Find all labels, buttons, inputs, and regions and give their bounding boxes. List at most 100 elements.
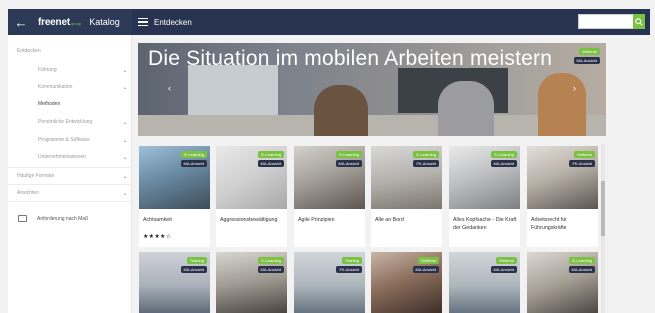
chevron-left-icon[interactable]: ‹ bbox=[168, 83, 171, 93]
sidebar-item-label: Häufige Formate bbox=[17, 173, 55, 179]
view-badge: MA-Ansicht bbox=[568, 266, 595, 273]
format-badge: Training bbox=[341, 257, 362, 264]
format-badge: E-Learning bbox=[181, 151, 207, 158]
course-card[interactable]: Training FK-Ansicht bbox=[294, 252, 365, 313]
sidebar-divider bbox=[8, 167, 132, 168]
card-badges: Webinar MA-Ansicht bbox=[490, 257, 517, 273]
course-title: Alles Kopfsache - Die Kraft der Gedanken bbox=[453, 217, 517, 231]
card-badges: E-Learning FK-Ansicht bbox=[413, 151, 439, 167]
view-badge: FK-Ansicht bbox=[336, 266, 362, 273]
format-badge: E-Learning bbox=[258, 257, 284, 264]
app-window: ← freenet group Katalog Entdecken Entdec… bbox=[0, 0, 655, 313]
sidebar-item-label: Unternehmenswissen bbox=[38, 154, 87, 160]
hero-photo-person bbox=[314, 85, 368, 136]
catalog-title: Katalog bbox=[89, 17, 120, 27]
sidebar-item-persoenliche-entwicklung[interactable]: Persönliche Entwicklung ⌄ bbox=[8, 115, 132, 129]
view-badge: FK-Ansicht bbox=[569, 160, 595, 167]
sidebar-item-label: Führung bbox=[38, 67, 57, 73]
format-badge: E-Learning bbox=[491, 151, 517, 158]
scrollbar-thumb[interactable] bbox=[601, 181, 605, 236]
rating-stars: ★★★★☆ bbox=[143, 234, 172, 240]
scrollbar[interactable] bbox=[601, 144, 605, 313]
course-title: Aggressionsbewältigung bbox=[220, 217, 278, 223]
course-title: Alle an Bord bbox=[375, 217, 404, 223]
hero-photo-desk bbox=[138, 115, 606, 136]
view-badge: MA-Ansicht bbox=[180, 266, 207, 273]
course-card[interactable]: E-Learning MA-Ansicht bbox=[527, 252, 598, 313]
view-badge: MA-Ansicht bbox=[573, 57, 600, 64]
course-card[interactable]: Webinar MA-Ansicht bbox=[449, 252, 520, 313]
hero-photo-person bbox=[538, 73, 586, 136]
chevron-right-icon[interactable]: › bbox=[573, 83, 576, 93]
chevron-down-icon[interactable]: ⌄ bbox=[118, 137, 132, 144]
view-badge: FK-Ansicht bbox=[413, 160, 439, 167]
chevron-down-icon[interactable]: ⌄ bbox=[118, 119, 132, 126]
card-badges: E-Learning MA-Ansicht bbox=[257, 257, 284, 273]
sidebar-divider bbox=[8, 184, 132, 185]
card-badges: Webinar FK-Ansicht bbox=[569, 151, 595, 167]
sidebar-item-programme-software[interactable]: Programme & Software ⌄ bbox=[8, 133, 132, 147]
chevron-down-icon[interactable]: ⌄ bbox=[118, 173, 132, 180]
sidebar-item-unternehmenswissen[interactable]: Unternehmenswissen ⌄ bbox=[8, 150, 132, 164]
course-card[interactable]: E-Learning MA-Ansicht Aggressionsbewälti… bbox=[216, 146, 287, 247]
brand-logo: freenet bbox=[38, 16, 70, 28]
course-card[interactable]: Training MA-Ansicht bbox=[139, 252, 210, 313]
chevron-down-icon[interactable]: ⌄ bbox=[118, 154, 132, 161]
course-card[interactable]: E-Learning MA-Ansicht Alles Kopfsache - … bbox=[449, 146, 520, 247]
sidebar-item-fuehrung[interactable]: Führung ⌄ bbox=[8, 63, 132, 77]
request-link[interactable]: Anforderung nach Maß bbox=[18, 215, 88, 222]
sidebar-item-label: Programme & Software bbox=[38, 137, 90, 143]
format-badge: Training bbox=[186, 257, 207, 264]
page-title: Entdecken bbox=[154, 17, 192, 27]
course-title: Arbeitsrecht für Führungskräfte bbox=[531, 217, 567, 231]
card-badges: Training FK-Ansicht bbox=[336, 257, 362, 273]
view-badge: MA-Ansicht bbox=[490, 160, 517, 167]
course-card[interactable]: E-Learning FK-Ansicht Alle an Bord bbox=[371, 146, 442, 247]
view-badge: MA-Ansicht bbox=[335, 160, 362, 167]
card-badges: E-Learning MA-Ansicht bbox=[257, 151, 284, 167]
card-badges: E-Learning MA-Ansicht bbox=[568, 257, 595, 273]
sidebar-item-ansichten[interactable]: Ansichten ⌄ bbox=[8, 186, 132, 200]
sidebar-item-kommunikation[interactable]: Kommunikation ⌄ bbox=[8, 80, 132, 94]
course-card[interactable]: Webinar MA-Ansicht bbox=[371, 252, 442, 313]
sidebar-item-label: Kommunikation bbox=[38, 84, 73, 90]
card-badges: E-Learning MA-Ansicht bbox=[335, 151, 362, 167]
format-badge: Webinar bbox=[574, 151, 595, 158]
card-badges: E-Learning MA-Ansicht bbox=[180, 151, 207, 167]
format-badge: E-Learning bbox=[413, 151, 439, 158]
format-badge: E-Learning bbox=[258, 151, 284, 158]
hero-badges: Webinar MA-Ansicht bbox=[573, 48, 600, 64]
sidebar-item-label: Entdecken bbox=[17, 48, 41, 54]
search-icon bbox=[635, 17, 643, 26]
course-title: Agile Prinzipien bbox=[298, 217, 335, 223]
sidebar-item-methoden[interactable]: Methoden bbox=[8, 97, 132, 111]
search-button[interactable] bbox=[633, 14, 645, 29]
view-badge: MA-Ansicht bbox=[257, 160, 284, 167]
request-label: Anforderung nach Maß bbox=[37, 215, 89, 222]
card-badges: E-Learning MA-Ansicht bbox=[490, 151, 517, 167]
sidebar-item-entdecken[interactable]: Entdecken bbox=[8, 44, 132, 58]
course-card[interactable]: E-Learning MA-Ansicht bbox=[216, 252, 287, 313]
sidebar-item-label: Ansichten bbox=[17, 190, 39, 196]
course-card[interactable]: E-Learning MA-Ansicht Agile Prinzipien bbox=[294, 146, 365, 247]
sidebar-item-haeufige-formate[interactable]: Häufige Formate ⌄ bbox=[8, 169, 132, 183]
chevron-down-icon[interactable]: ⌄ bbox=[118, 84, 132, 91]
arrow-left-icon[interactable]: ← bbox=[10, 15, 32, 30]
format-badge: E-Learning bbox=[336, 151, 362, 158]
hero-photo-person bbox=[438, 81, 494, 136]
view-badge: MA-Ansicht bbox=[412, 266, 439, 273]
chevron-down-icon[interactable]: ⌄ bbox=[118, 67, 132, 74]
search-input[interactable] bbox=[578, 14, 634, 29]
chat-bubble-icon bbox=[18, 215, 27, 222]
card-badges: Training MA-Ansicht bbox=[180, 257, 207, 273]
course-card[interactable]: E-Learning MA-Ansicht Achtsamkeit ★★★★☆ bbox=[139, 146, 210, 247]
hero-banner[interactable]: Die Situation im mobilen Arbeiten meiste… bbox=[138, 43, 606, 136]
sidebar-divider bbox=[8, 201, 132, 202]
hamburger-icon[interactable] bbox=[138, 17, 148, 27]
format-badge: E-Learning bbox=[569, 257, 595, 264]
chevron-down-icon[interactable]: ⌄ bbox=[118, 190, 132, 197]
catalog-header: ← freenet group Katalog bbox=[8, 9, 132, 35]
sidebar-item-label: Persönliche Entwicklung bbox=[38, 119, 93, 125]
sidebar: Entdecken Führung ⌄ Kommunikation ⌄ Meth… bbox=[8, 35, 132, 313]
course-card[interactable]: Webinar FK-Ansicht Arbeitsrecht für Führ… bbox=[527, 146, 598, 247]
